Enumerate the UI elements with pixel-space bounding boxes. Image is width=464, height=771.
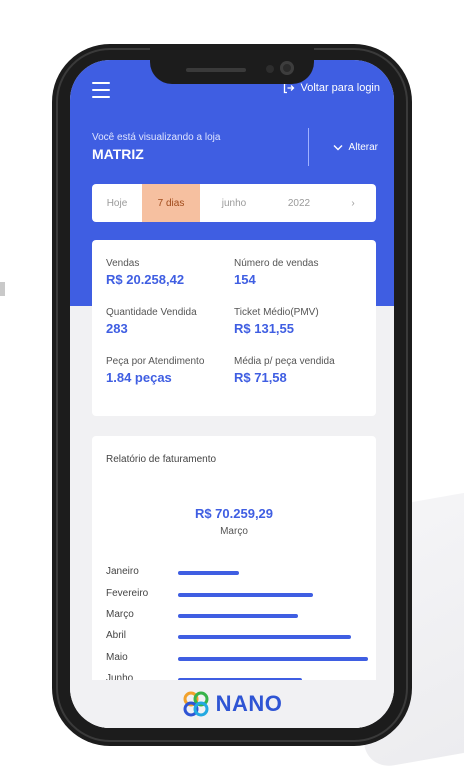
- kpi-items-per-service: Peça por Atendimento 1.84 peças: [106, 356, 204, 385]
- report-highlight-value: R$ 70.259,29: [194, 506, 274, 521]
- report-highlight-month: Março: [220, 526, 248, 537]
- kpi-quantity-sold: Quantidade Vendida 283: [106, 307, 197, 336]
- camera-icon: [280, 61, 294, 75]
- nano-logo-icon: [183, 691, 209, 717]
- change-store-button[interactable]: Alterar: [333, 142, 378, 153]
- report-row-april[interactable]: Abril: [106, 628, 368, 644]
- month-bar: [178, 571, 239, 575]
- header-divider: [308, 128, 309, 166]
- kpi-value: 1.84 peças: [106, 370, 172, 385]
- report-row-january[interactable]: Janeiro: [106, 564, 368, 580]
- kpi-label: Número de vendas: [234, 258, 319, 269]
- menu-icon[interactable]: [92, 82, 110, 103]
- app-screen: Voltar para login Você está visualizando…: [70, 60, 394, 728]
- kpi-value: R$ 71,58: [234, 370, 287, 385]
- report-title: Relatório de faturamento: [106, 454, 217, 465]
- month-bar: [178, 614, 298, 618]
- change-store-label: Alterar: [348, 142, 378, 153]
- back-to-login-label: Voltar para login: [300, 82, 381, 94]
- filter-month[interactable]: junho: [200, 184, 268, 222]
- report-row-february[interactable]: Fevereiro: [106, 586, 368, 602]
- kpi-label: Peça por Atendimento: [106, 356, 205, 367]
- filter-today[interactable]: Hoje: [92, 184, 142, 222]
- kpi-average-ticket: Ticket Médio(PMV) R$ 131,55: [234, 307, 319, 336]
- month-bar: [178, 657, 368, 661]
- sensor-dot: [266, 65, 274, 73]
- kpi-value: 283: [106, 321, 128, 336]
- back-to-login-link[interactable]: Voltar para login: [283, 82, 381, 94]
- month-label: Fevereiro: [106, 588, 149, 599]
- kpi-card: Vendas R$ 20.258,42 Número de vendas 154…: [92, 240, 376, 416]
- side-marker: [0, 282, 5, 296]
- filter-next[interactable]: ›: [330, 184, 376, 222]
- month-bar: [178, 635, 351, 639]
- filter-year[interactable]: 2022: [268, 184, 330, 222]
- report-row-may[interactable]: Maio: [106, 650, 368, 666]
- period-filter: Hoje 7 dias junho 2022 ›: [92, 184, 376, 222]
- kpi-sales-count: Número de vendas 154: [234, 258, 319, 287]
- phone-frame: Voltar para login Você está visualizando…: [52, 44, 412, 746]
- kpi-label: Média p/ peça vendida: [234, 356, 335, 367]
- kpi-value: R$ 20.258,42: [106, 272, 185, 287]
- kpi-label: Ticket Médio(PMV): [234, 307, 319, 318]
- month-label: Abril: [106, 630, 127, 641]
- kpi-value: 154: [234, 272, 256, 287]
- month-label: Março: [106, 609, 134, 620]
- chevron-down-icon: [333, 145, 343, 151]
- report-row-march[interactable]: Março: [106, 607, 368, 623]
- month-label: Maio: [106, 652, 128, 663]
- month-label: Janeiro: [106, 566, 139, 577]
- filter-7-days[interactable]: 7 dias: [142, 184, 200, 222]
- speaker-grille: [186, 68, 246, 72]
- brand-logo-text: NANO: [215, 691, 283, 716]
- phone-notch: [150, 44, 314, 84]
- store-name: MATRIZ: [92, 146, 144, 162]
- month-bar: [178, 593, 313, 597]
- kpi-label: Vendas: [106, 258, 140, 269]
- brand-footer: NANO: [70, 680, 394, 728]
- kpi-value: R$ 131,55: [234, 321, 294, 336]
- kpi-label: Quantidade Vendida: [106, 307, 197, 318]
- kpi-average-per-item: Média p/ peça vendida R$ 71,58: [234, 356, 335, 385]
- store-caption: Você está visualizando a loja: [92, 132, 221, 143]
- kpi-sales: Vendas R$ 20.258,42: [106, 258, 184, 287]
